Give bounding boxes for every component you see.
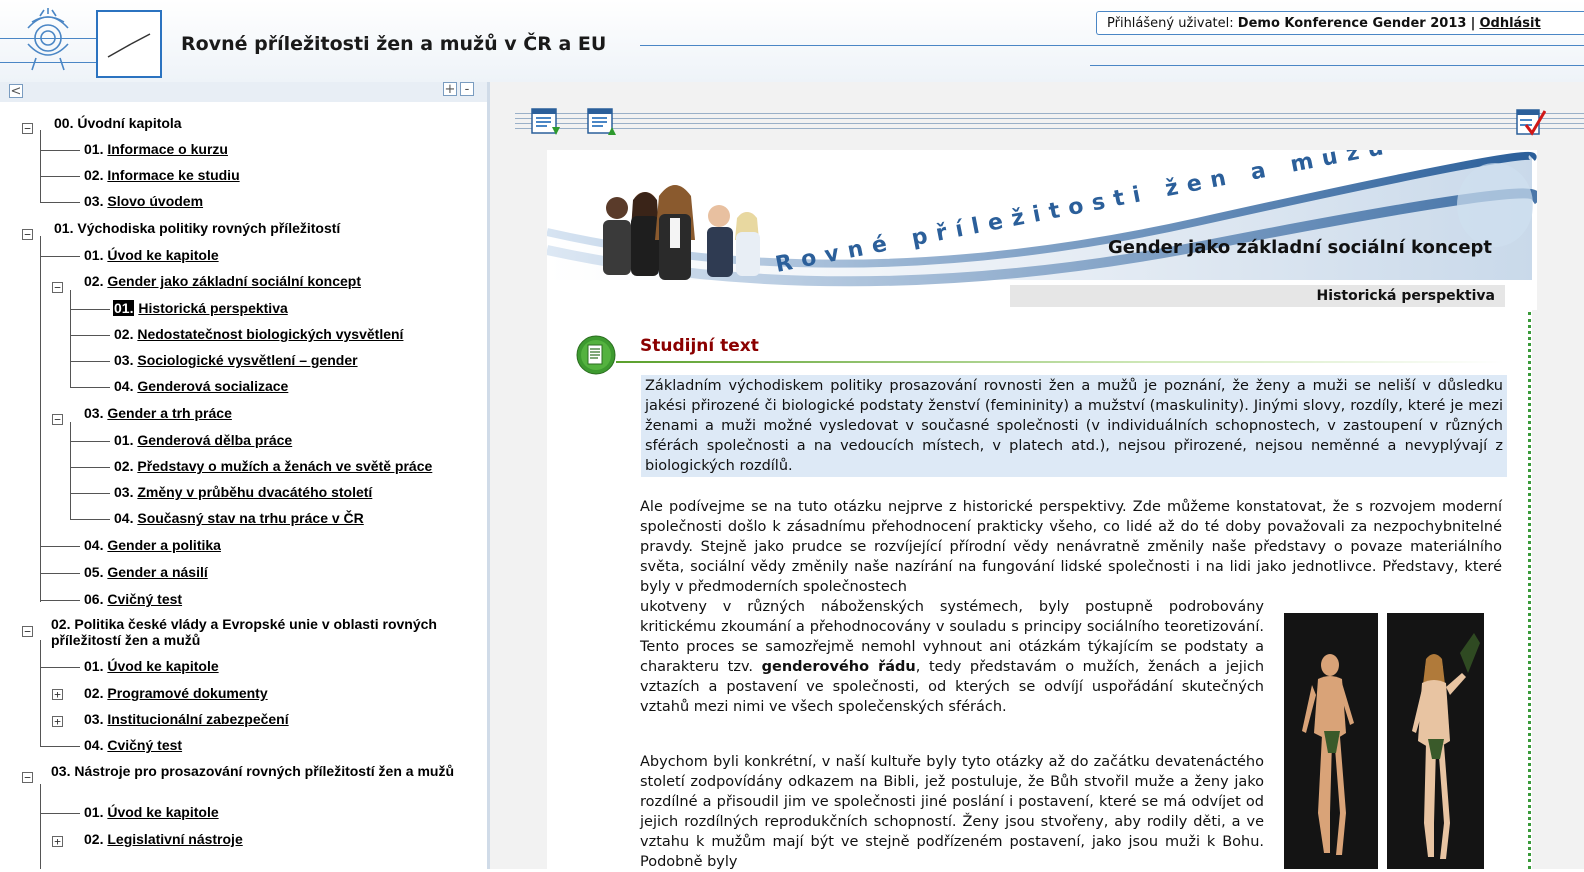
heading-underline (616, 361, 1504, 363)
tree-line (70, 361, 110, 362)
download-page-icon[interactable] (531, 107, 561, 137)
tree-line (40, 256, 80, 257)
tree-subchapter[interactable]: 02. Programové dokumenty (84, 685, 268, 701)
tree-subchapter[interactable]: 03. Institucionální zabezpečení (84, 711, 289, 727)
tree-item[interactable]: 05. Gender a násilí (84, 564, 208, 580)
tree-line (40, 640, 41, 746)
tree-item[interactable]: 02. Nedostatečnost biologických vysvětle… (114, 326, 403, 342)
tree-line (40, 236, 41, 602)
tree-line (40, 667, 80, 668)
adam-and-eve-painting (1284, 613, 1484, 869)
tree-line (40, 150, 80, 151)
tree-line (40, 600, 80, 601)
clock-logo-icon (96, 10, 162, 78)
lesson-subtitle: Historická perspektiva (1010, 285, 1505, 307)
checklist-icon[interactable] (1516, 107, 1546, 137)
toolbar-line (515, 123, 1584, 124)
people-logo-icon (27, 8, 69, 71)
tree-collapse-toggle[interactable]: − (22, 626, 33, 637)
tree-expand-toggle[interactable]: + (52, 689, 63, 700)
tree-line (40, 784, 41, 869)
tree-item[interactable]: 01. Genderová dělba práce (114, 432, 292, 448)
content-dotted-border (1528, 312, 1531, 869)
tree-line (40, 813, 80, 814)
tree-subchapter[interactable]: 03. Gender a trh práce (84, 405, 232, 421)
tree-line (70, 467, 110, 468)
paragraph: Abychom byli konkrétní, v naší kultuře b… (640, 754, 1264, 870)
tree-line (40, 130, 41, 202)
study-text-icon (576, 335, 616, 375)
intro-highlight: Základním východiskem politiky prosazová… (641, 375, 1507, 477)
tree-line (70, 335, 110, 336)
tree-item[interactable]: 01. Úvod ke kapitole (84, 804, 219, 820)
tree-item[interactable]: 03. Slovo úvodem (84, 193, 203, 209)
nav-toolbar: < + - (0, 82, 487, 102)
tree-item[interactable]: 02. Představy o mužích a ženách ve světě… (114, 458, 432, 474)
emphasis: genderového řádu (761, 659, 916, 675)
course-navigation: < + - (0, 82, 487, 869)
tree-item[interactable]: 04. Cvičný test (84, 737, 182, 753)
tree-chapter[interactable]: 01. Východiska politiky rovných příležit… (54, 220, 340, 236)
app-title: Rovné příležitosti žen a mužů v ČR a EU (181, 33, 607, 55)
user-label: Přihlášený uživatel: (1107, 16, 1234, 31)
collapse-panel-button[interactable]: < (9, 84, 23, 98)
tree-item[interactable]: 01. Úvod ke kapitole (84, 658, 219, 674)
tree-line (70, 441, 110, 442)
tree-collapse-toggle[interactable]: − (52, 282, 63, 293)
toolbar-line (515, 118, 1584, 119)
tree-item[interactable]: 01. Úvod ke kapitole (84, 247, 219, 263)
tree-line (70, 387, 110, 388)
tree-item[interactable]: 04. Gender a politika (84, 537, 221, 553)
tree-subchapter[interactable]: 02. Gender jako základní sociální koncep… (84, 273, 361, 289)
tree-collapse-toggle[interactable]: − (52, 414, 63, 425)
tree-chapter[interactable]: 00. Úvodní kapitola (54, 115, 182, 131)
toolbar-line (515, 128, 1584, 129)
tree-item[interactable]: 03. Změny v průběhu dvacátého století (114, 484, 372, 500)
tree-line (40, 746, 80, 747)
tree-line (40, 573, 80, 574)
tree-subchapter[interactable]: 02. Legislativní nástroje (84, 831, 243, 847)
tree-line (70, 493, 110, 494)
tree-item[interactable]: 01. Informace o kurzu (84, 141, 228, 157)
tree-line (70, 290, 71, 387)
tree-line (70, 519, 110, 520)
tree-chapter[interactable]: 03. Nástroje pro prosazování rovných pří… (51, 763, 481, 779)
tree-collapse-toggle[interactable]: − (22, 123, 33, 134)
study-text-heading: Studijní text (640, 336, 759, 356)
tree-chapter[interactable]: 02. Politika české vlády a Evropské unie… (51, 616, 481, 648)
tree-line (70, 422, 71, 519)
paragraph: ukotveny v různých náboženských systémec… (640, 599, 1265, 715)
tree-line (40, 202, 80, 203)
tree-item[interactable]: 06. Cvičný test (84, 591, 182, 607)
tree-item-current[interactable]: 01. Historická perspektiva (113, 300, 288, 316)
user-separator: | (1470, 16, 1476, 31)
collapse-all-button[interactable]: - (460, 82, 474, 96)
toolbar-line (515, 113, 1584, 114)
header-line (640, 45, 1584, 46)
tree-expand-toggle[interactable]: + (52, 836, 63, 847)
user-info: Přihlášený uživatel: Demo Konference Gen… (1096, 11, 1584, 35)
tree-item[interactable]: 03. Sociologické vysvětlení – gender (114, 352, 358, 368)
upload-page-icon[interactable] (587, 107, 617, 137)
paragraph: Ale podívejme se na tuto otázku nejprve … (640, 499, 1502, 595)
expand-all-button[interactable]: + (443, 82, 457, 96)
lesson-title: Gender jako základní sociální koncept (1108, 237, 1493, 258)
user-name: Demo Konference Gender 2013 (1237, 16, 1467, 31)
tree-line (70, 309, 110, 310)
header-line (1090, 65, 1584, 66)
logout-link[interactable]: Odhlásit (1479, 16, 1540, 31)
tree-item[interactable]: 04. Genderová socializace (114, 378, 288, 394)
tree-collapse-toggle[interactable]: − (22, 772, 33, 783)
tree-line (40, 176, 80, 177)
tree-line (40, 546, 80, 547)
tree-collapse-toggle[interactable]: − (22, 229, 33, 240)
tree-expand-toggle[interactable]: + (52, 716, 63, 727)
app-header: Rovné příležitosti žen a mužů v ČR a EU … (0, 0, 1584, 82)
tree-item[interactable]: 04. Současný stav na trhu práce v ČR (114, 510, 364, 526)
tree-item[interactable]: 02. Informace ke studiu (84, 167, 240, 183)
